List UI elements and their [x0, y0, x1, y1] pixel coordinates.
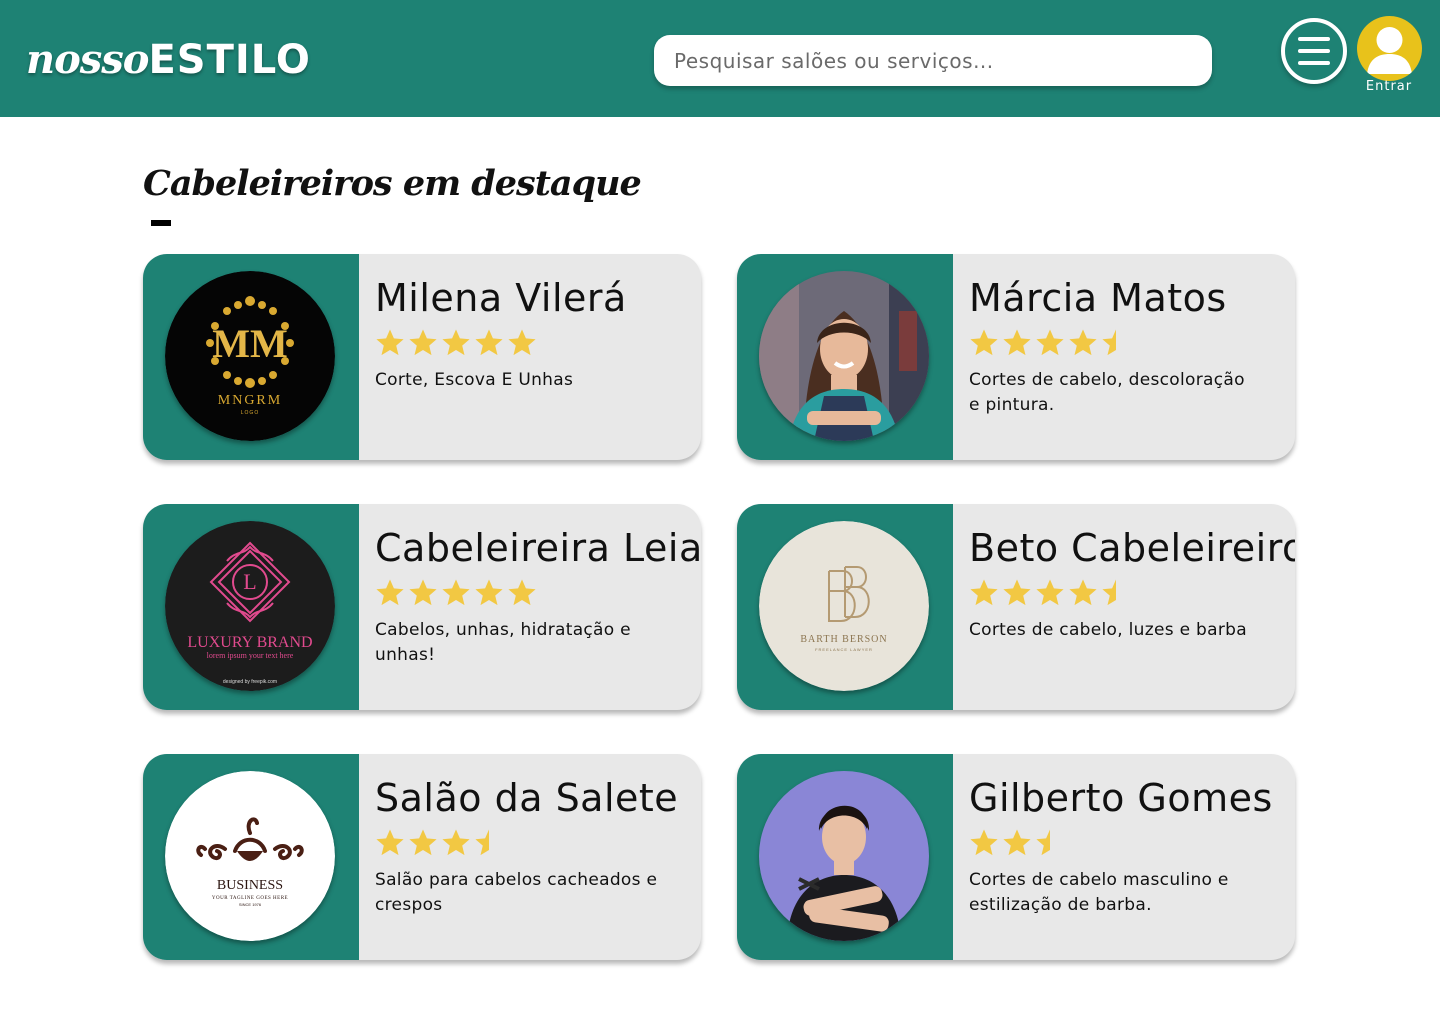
login-label[interactable]: Entrar: [1360, 79, 1418, 94]
svg-text:BUSINESS: BUSINESS: [217, 878, 283, 893]
star-icon: [508, 579, 536, 606]
top-bar: nossoESTILO Entrar: [0, 0, 1440, 117]
svg-text:SINCE 1976: SINCE 1976: [239, 902, 262, 907]
rating-stars: [969, 578, 1134, 610]
card-image-panel: MM MNGRM LOGO: [143, 254, 359, 460]
hamburger-icon: [1298, 37, 1330, 41]
star-icon: [409, 579, 437, 606]
star-icon: [1036, 579, 1064, 606]
star-icon: [376, 579, 404, 606]
star-icon: [1069, 329, 1097, 356]
salon-avatar: BARTH BERSON FREELANCE LAWYER: [759, 521, 929, 691]
star-icon: [475, 579, 503, 606]
rating-stars: [969, 828, 1068, 860]
salon-description: Salão para cabelos cacheados e crespos: [375, 870, 658, 915]
svg-text:L: L: [243, 569, 256, 594]
salon-name: Salão da Salete: [375, 776, 679, 820]
star-icon: [970, 579, 998, 606]
svg-text:designed by freepik.com: designed by freepik.com: [223, 679, 277, 685]
svg-text:LUXURY BRAND: LUXURY BRAND: [187, 634, 312, 651]
star-icon: [376, 329, 404, 356]
card-image-panel: [737, 254, 953, 460]
star-half-icon: [1102, 579, 1116, 606]
title-underline: [151, 220, 171, 226]
card-image-panel: BARTH BERSON FREELANCE LAWYER: [737, 504, 953, 710]
card-image-panel: L LUXURY BRAND lorem ipsum your text here d…: [143, 504, 359, 710]
salon-name: Milena Vilerá: [375, 276, 627, 320]
star-icon: [1003, 329, 1031, 356]
salon-logo-image: BUSINESS YOUR TAGLINE GOES HERESINCE 1976: [165, 771, 335, 941]
salon-description: Cortes de cabelo, luzes e barba: [969, 620, 1247, 640]
salon-name: Cabeleireira Leia: [375, 526, 701, 570]
card-image-panel: BUSINESS YOUR TAGLINE GOES HERE SINCE 1976: [143, 754, 359, 960]
star-half-icon: [475, 829, 489, 856]
salon-card[interactable]: BUSINESS YOUR TAGLINE GOES HERE SINCE 1976…: [143, 754, 701, 960]
rating-stars: [375, 328, 540, 360]
salon-name: Gilberto Gomes: [969, 776, 1273, 820]
star-icon: [508, 329, 536, 356]
salon-description: Cortes de cabelo, descoloração e pintura…: [969, 370, 1245, 415]
salon-avatar: BUSINESS YOUR TAGLINE GOES HERE SINCE 1976: [165, 771, 335, 941]
salon-card[interactable]: L LUXURY BRAND lorem ipsum your text here d…: [143, 504, 701, 710]
star-icon: [376, 829, 404, 856]
star-icon: [442, 829, 470, 856]
salon-logo-image: L LUXURY BRANDlorem ipsum your text here d…: [165, 521, 335, 691]
salon-logo-image: BARTH BERSON FREELANCE LAWYER: [759, 521, 929, 691]
logo-text-italic: nosso: [26, 36, 149, 83]
salon-card[interactable]: Márcia Matos Cortes de cabelo, descoloraç…: [737, 254, 1295, 460]
salon-photo-image: [759, 271, 929, 441]
rating-stars: [969, 328, 1134, 360]
salon-card[interactable]: BARTH BERSON FREELANCE LAWYER Beto Cabelei…: [737, 504, 1295, 710]
salon-photo-image: [759, 771, 929, 941]
salon-name: Márcia Matos: [969, 276, 1227, 320]
star-icon: [1036, 329, 1064, 356]
salon-avatar: MM MNGRM LOGO: [165, 271, 335, 441]
salon-description: Cortes de cabelo masculino e estilização…: [969, 870, 1229, 915]
star-icon: [1069, 579, 1097, 606]
brand-logo[interactable]: nossoESTILO: [26, 36, 311, 83]
star-icon: [1003, 579, 1031, 606]
salon-card[interactable]: MM MNGRM LOGO Milena Vilerá Corte, Escova E …: [143, 254, 701, 460]
rating-stars: [375, 828, 507, 860]
star-icon: [442, 579, 470, 606]
star-icon: [409, 329, 437, 356]
salon-card[interactable]: Gilberto Gomes Cortes de cabelo masculino…: [737, 754, 1295, 960]
star-icon: [442, 329, 470, 356]
salon-avatar: L LUXURY BRAND lorem ipsum your text here d…: [165, 521, 335, 691]
rating-stars: [375, 578, 540, 610]
star-icon: [970, 329, 998, 356]
search-bar: [654, 35, 1212, 86]
logo-text-bold: ESTILO: [148, 37, 311, 83]
svg-text:YOUR TAGLINE GOES HERE: YOUR TAGLINE GOES HERE: [212, 896, 288, 901]
salon-name: Beto Cabeleireiro: [969, 526, 1295, 570]
svg-text:LOGO: LOGO: [241, 410, 259, 416]
star-icon: [970, 829, 998, 856]
hamburger-icon-line: [1298, 49, 1330, 53]
svg-text:BARTH BERSON: BARTH BERSON: [800, 634, 887, 645]
svg-text:MNGRM: MNGRM: [218, 393, 282, 408]
salon-avatar: [759, 271, 929, 441]
search-input[interactable]: [674, 35, 1194, 86]
star-half-icon: [1036, 829, 1050, 856]
salon-description: Corte, Escova E Unhas: [375, 370, 574, 390]
salon-avatar: [759, 771, 929, 941]
star-icon: [475, 329, 503, 356]
login-button[interactable]: [1357, 16, 1422, 81]
card-image-panel: [737, 754, 953, 960]
svg-text:MM: MM: [212, 321, 288, 366]
star-half-icon: [1102, 329, 1116, 356]
salon-description: Cabelos, unhas, hidratação e unhas!: [375, 620, 631, 665]
star-icon: [409, 829, 437, 856]
salon-logo-image: MM MNGRM LOGO: [165, 271, 335, 441]
menu-button[interactable]: [1281, 18, 1347, 84]
user-icon: [1367, 27, 1412, 74]
section-title: Cabeleireiros em destaque: [143, 163, 642, 204]
svg-text:lorem ipsum your text here: lorem ipsum your text here: [207, 651, 294, 660]
svg-text:FREELANCE LAWYER: FREELANCE LAWYER: [815, 647, 873, 652]
hamburger-icon-line: [1298, 61, 1330, 65]
star-icon: [1003, 829, 1031, 856]
